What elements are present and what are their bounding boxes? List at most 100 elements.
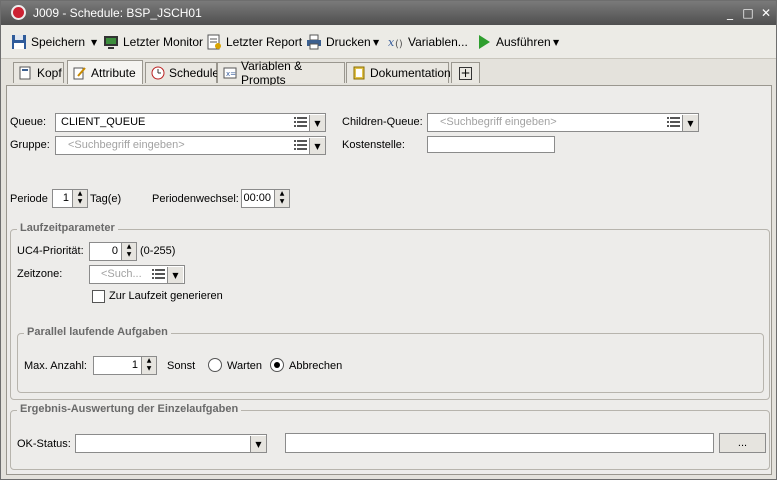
toolbar: Speichern ▼ Letzter Monitor Letzter Repo… [1,25,776,59]
children-queue-placeholder: <Suchbegriff eingeben> [440,116,557,128]
queue-value: CLIENT_QUEUE [61,116,146,128]
tab-kopf[interactable]: Kopf [13,62,64,83]
tab-kopf-label: Kopf [37,66,62,80]
tab-documentation-label: Dokumentation [370,66,451,80]
print-label: Drucken [326,35,371,49]
period-value: 1 [62,192,69,204]
dropdown-arrow-icon: ▼ [373,37,380,47]
dropdown-arrow-icon: ▼ [553,37,560,47]
tab-documentation[interactable]: Dokumentation [346,62,451,83]
timezone-label: Zeitzone: [17,268,63,280]
abort-radio[interactable] [270,358,284,372]
add-tab-icon: + [459,65,472,80]
priority-range: (0-255) [140,245,176,257]
timezone-dropdown-icon[interactable]: ▼ [167,267,183,283]
monitor-icon [103,34,119,50]
report-icon [206,34,222,50]
list-icon[interactable] [152,268,166,281]
execute-button[interactable]: Ausführen [476,33,551,51]
print-button[interactable]: Drucken [306,33,371,51]
tab-schedule[interactable]: Schedule [145,62,219,83]
execute-dropdown-button[interactable]: ▼ [549,33,559,51]
queue-dropdown-icon[interactable]: ▼ [309,115,325,131]
group-placeholder: <Suchbegriff eingeben> [68,139,185,151]
wait-radio[interactable] [208,358,222,372]
spin-down-icon[interactable]: ▼ [122,251,136,259]
schedule-window: J009 - Schedule: BSP_JSCH01 _ □ ✕ Speich… [0,0,777,480]
variables-button[interactable]: x() Variablen... [388,33,468,51]
spin-down-icon[interactable]: ▼ [73,198,87,206]
period-label: Periode [10,193,48,205]
dropdown-arrow-icon: ▼ [91,37,98,47]
timezone-placeholder: <Such... [101,268,142,280]
browse-button[interactable]: ... [719,433,766,453]
ok-status-text-field[interactable] [285,433,714,453]
last-report-label: Letzter Report [226,35,303,49]
last-report-button[interactable]: Letzter Report [206,33,302,51]
attribute-panel: Queue: CLIENT_QUEUE ▼ Gruppe: <Suchbegri… [6,85,772,475]
priority-spinner[interactable]: 0 ▲ ▼ [89,242,137,261]
minimize-icon[interactable]: _ [723,6,737,20]
cost-center-label: Kostenstelle: [342,139,405,151]
tab-attribute[interactable]: Attribute [67,60,143,84]
spinner-buttons[interactable]: ▲ ▼ [141,357,156,374]
timezone-field[interactable]: <Such... ▼ [89,265,185,284]
ok-status-select[interactable]: ▼ [75,434,267,453]
queue-field[interactable]: CLIENT_QUEUE ▼ [55,113,326,132]
period-spinner[interactable]: 1 ▲ ▼ [52,189,88,208]
list-icon[interactable] [667,116,681,129]
floppy-disk-icon [11,34,27,50]
printer-icon [306,34,322,50]
spinner-buttons[interactable]: ▲ ▼ [121,243,136,260]
parallel-tasks-legend: Parallel laufende Aufgaben [24,326,171,338]
ok-status-dropdown-icon[interactable]: ▼ [250,436,266,452]
max-count-spinner[interactable]: 1 ▲ ▼ [93,356,157,375]
priority-value: 0 [111,245,118,257]
spin-down-icon[interactable]: ▼ [142,365,156,373]
close-icon[interactable]: ✕ [759,6,773,20]
variables-prompts-icon: x= [223,66,237,80]
period-unit: Tag(e) [90,193,122,205]
tab-variables-prompts-label: Variablen & Prompts [241,59,303,87]
spinner-buttons[interactable]: ▲ ▼ [72,190,87,207]
max-count-value: 1 [131,359,138,371]
edit-pencil-icon [73,66,87,80]
tab-attribute-label: Attribute [91,65,136,80]
spin-up-icon[interactable]: ▲ [73,190,87,198]
period-change-spinner[interactable]: 00:00 ▲ ▼ [241,189,290,208]
spin-down-icon[interactable]: ▼ [275,198,289,206]
save-dropdown-button[interactable]: ▼ [87,33,97,51]
group-dropdown-icon[interactable]: ▼ [309,138,325,154]
spin-up-icon[interactable]: ▲ [122,243,136,251]
children-queue-dropdown-icon[interactable]: ▼ [682,115,698,131]
spin-up-icon[interactable]: ▲ [142,357,156,365]
last-monitor-button[interactable]: Letzter Monitor [103,33,203,51]
group-field[interactable]: <Suchbegriff eingeben> ▼ [55,136,326,155]
parallel-tasks-group: Parallel laufende Aufgaben Max. Anzahl: … [17,326,764,393]
wait-label: Warten [227,360,263,372]
runtime-parameters-legend: Laufzeitparameter [17,222,118,234]
runtime-parameters-group: Laufzeitparameter UC4-Priorität: 0 ▲ ▼ (… [10,222,770,400]
spinner-buttons[interactable]: ▲ ▼ [274,190,289,207]
priority-label: UC4-Priorität: [17,245,84,257]
title-bar: J009 - Schedule: BSP_JSCH01 _ □ ✕ [1,1,776,25]
list-icon[interactable] [294,139,308,152]
print-dropdown-button[interactable]: ▼ [369,33,379,51]
variables-icon: x() [388,34,404,50]
app-clock-icon [11,5,26,20]
save-button[interactable]: Speichern [11,33,85,51]
generate-at-runtime-checkbox[interactable] [92,290,105,303]
result-evaluation-legend: Ergebnis-Auswertung der Einzelaufgaben [17,403,242,415]
add-tab-button[interactable]: + [451,62,480,83]
children-queue-field[interactable]: <Suchbegriff eingeben> ▼ [427,113,699,132]
cost-center-field[interactable] [427,136,555,153]
period-change-label: Periodenwechsel: [152,193,239,205]
maximize-icon[interactable]: □ [741,6,755,20]
tab-variables-prompts[interactable]: x= Variablen & Prompts [217,59,345,87]
list-icon[interactable] [294,116,308,129]
else-label: Sonst [167,360,196,372]
svg-text:x: x [388,36,395,49]
spin-up-icon[interactable]: ▲ [275,190,289,198]
generate-at-runtime-label: Zur Laufzeit generieren [109,290,223,302]
documentation-book-icon [352,66,366,80]
